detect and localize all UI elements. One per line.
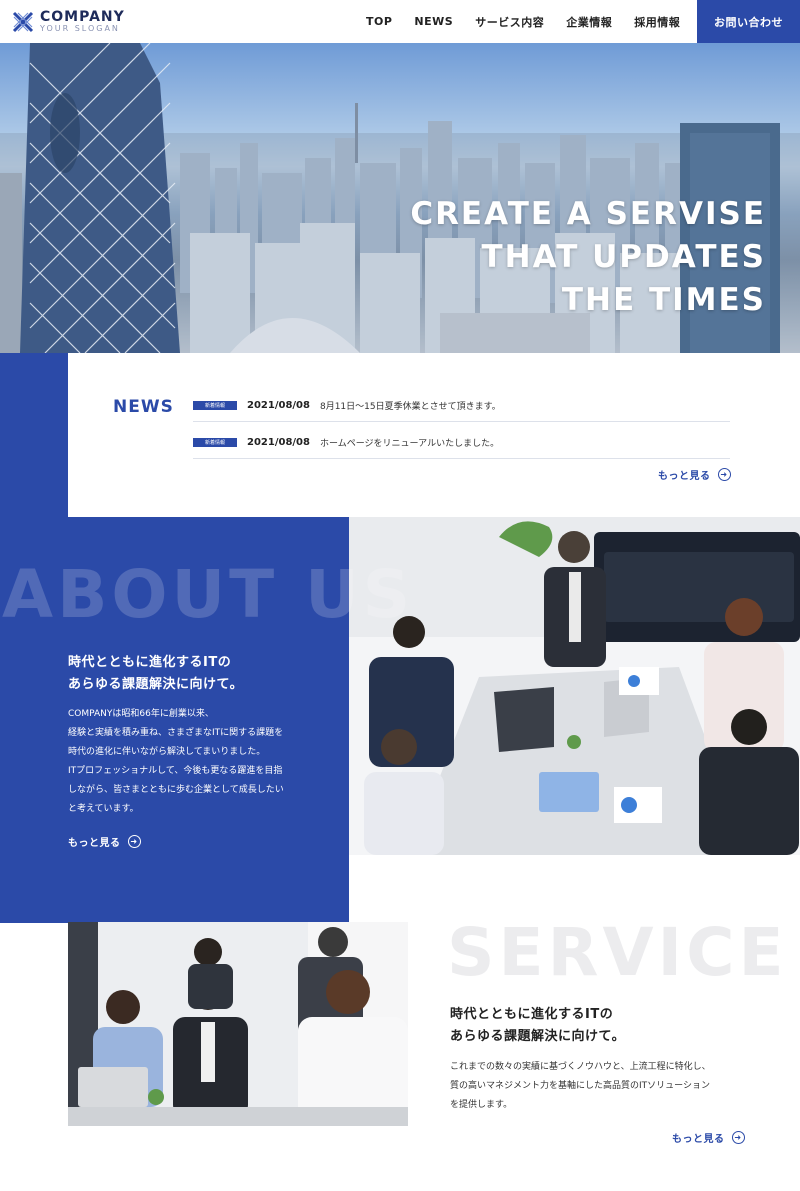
- hero-tagline: CREATE A SERVISE THAT UPDATES THE TIMES: [410, 193, 766, 322]
- hero-line-2: THAT UPDATES: [481, 239, 766, 275]
- logo-text: COMPANY YOUR SLOGAN: [40, 10, 125, 34]
- service-heading-line: 時代とともに進化するITの: [450, 1007, 614, 1022]
- nav-recruit[interactable]: 採用情報: [634, 14, 680, 30]
- service-team-photo: [68, 922, 408, 1126]
- service-more-link[interactable]: もっと見る ➜: [672, 1130, 745, 1145]
- about-body-line: しながら、皆さまとともに歩む企業として成長したい: [68, 785, 284, 795]
- news-date: 2021/08/08: [247, 400, 310, 411]
- hero-section: CREATE A SERVISE THAT UPDATES THE TIMES: [0, 43, 800, 353]
- news-more-link[interactable]: もっと見る ➜: [658, 467, 731, 482]
- team-illustration: [68, 922, 408, 1126]
- logo-icon: [12, 11, 34, 33]
- nav-company[interactable]: 企業情報: [566, 14, 612, 30]
- service-heading-line: あらゆる課題解決に向けて。: [450, 1029, 626, 1044]
- circle-arrow-right-icon: ➜: [731, 1131, 745, 1144]
- about-body-line: COMPANYは昭和66年に創業以来、: [68, 709, 214, 719]
- service-more-label: もっと見る: [672, 1134, 725, 1145]
- news-title: NEWS: [113, 397, 174, 417]
- about-body-line: 経験と実績を積み重ね、さまざまなITに関する課題を: [68, 728, 284, 738]
- news-more-label: もっと見る: [658, 471, 711, 482]
- service-bg-title: SERVICE: [447, 914, 788, 991]
- nav-top[interactable]: TOP: [366, 15, 392, 28]
- circle-arrow-right-icon: ➜: [127, 835, 141, 848]
- about-body-line: 時代の進化に伴いながら解決してまいりました。: [68, 747, 266, 757]
- nav-news[interactable]: NEWS: [414, 15, 453, 28]
- news-item[interactable]: 新着情報 2021/08/08 8月11日〜15日夏季休業とさせて頂きます。: [193, 390, 730, 422]
- hero-line-1: CREATE A SERVISE: [410, 196, 766, 232]
- service-body-line: を提供します。: [450, 1100, 513, 1110]
- about-heading-line: あらゆる課題解決に向けて。: [68, 677, 244, 692]
- service-body: これまでの数々の実績に基づくノウハウと、上流工程に特化し、 質の高いマネジメント…: [450, 1058, 770, 1115]
- contact-button[interactable]: お問い合わせ: [697, 0, 800, 43]
- news-text: 8月11日〜15日夏季休業とさせて頂きます。: [319, 402, 501, 412]
- hero-line-3: THE TIMES: [561, 282, 766, 318]
- news-date: 2021/08/08: [247, 437, 310, 448]
- about-heading: 時代とともに進化するITの あらゆる課題解決に向けて。: [68, 652, 243, 696]
- news-text: ホームページをリニューアルいたしました。: [319, 439, 500, 449]
- meeting-illustration: [349, 517, 800, 855]
- site-header: COMPANY YOUR SLOGAN TOP NEWS サービス内容 企業情報…: [0, 0, 800, 43]
- about-meeting-photo: [349, 517, 800, 855]
- service-heading: 時代とともに進化するITの あらゆる課題解決に向けて。: [450, 1004, 625, 1048]
- logo-slogan: YOUR SLOGAN: [40, 24, 120, 33]
- service-body-line: これまでの数々の実績に基づくノウハウと、上流工程に特化し、: [450, 1062, 711, 1072]
- about-body-line: ITプロフェッショナルして、今後も更なる躍進を目指: [68, 766, 283, 776]
- about-more-label: もっと見る: [68, 838, 121, 849]
- logo-name: COMPANY: [40, 9, 125, 25]
- about-heading-line: 時代とともに進化するITの: [68, 655, 232, 670]
- news-tag: 新着情報: [193, 401, 237, 410]
- service-body-line: 質の高いマネジメント力を基軸にした高品質のITソリューション: [450, 1081, 710, 1091]
- about-bg-title: ABOUT US: [2, 556, 415, 633]
- logo[interactable]: COMPANY YOUR SLOGAN: [12, 10, 125, 34]
- about-more-link[interactable]: もっと見る ➜: [68, 834, 141, 849]
- news-tag: 新着情報: [193, 438, 237, 447]
- main-nav: TOP NEWS サービス内容 企業情報 採用情報: [350, 0, 702, 43]
- nav-service[interactable]: サービス内容: [475, 14, 544, 30]
- news-section: NEWS 新着情報 2021/08/08 8月11日〜15日夏季休業とさせて頂き…: [68, 353, 800, 517]
- circle-arrow-right-icon: ➜: [717, 468, 731, 481]
- news-item[interactable]: 新着情報 2021/08/08 ホームページをリニューアルいたしました。: [193, 427, 730, 459]
- about-body: COMPANYは昭和66年に創業以来、 経験と実績を積み重ね、さまざまなITに関…: [68, 705, 316, 819]
- about-body-line: と考えています。: [68, 804, 139, 814]
